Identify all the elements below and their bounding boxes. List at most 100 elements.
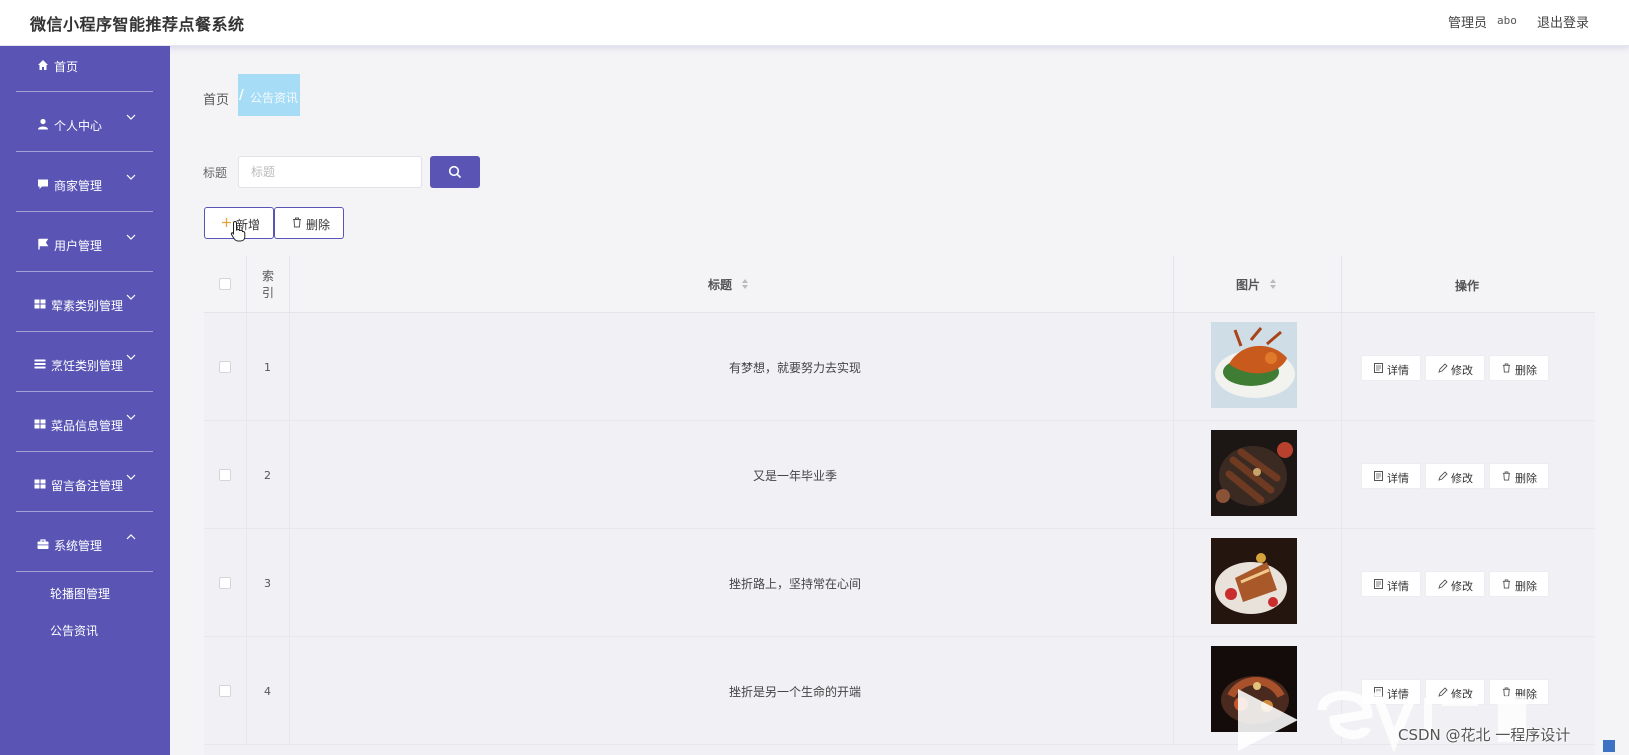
sidebar-item-label: 荤素类别管理 xyxy=(51,299,124,313)
edit-button[interactable]: 修改 xyxy=(1425,571,1485,597)
edit-icon xyxy=(1438,363,1448,373)
dish-thumbnail xyxy=(1211,538,1297,624)
breadcrumb-current-highlight: / 公告资讯 xyxy=(238,74,300,116)
row-delete-label: 删除 xyxy=(1515,580,1537,593)
row-index: 3 xyxy=(264,577,271,590)
table-row: 3 挫折路上，坚持常在心间 详情 修改 删除 xyxy=(204,529,1595,637)
hand-cursor-icon xyxy=(230,220,246,242)
row-title: 挫折路上，坚持常在心间 xyxy=(728,577,861,591)
sidebar-item-system[interactable]: 系统管理 xyxy=(16,512,153,572)
batch-delete-button[interactable]: 删除 xyxy=(274,207,344,239)
grid-icon xyxy=(34,419,46,429)
chevron-down-icon xyxy=(126,114,136,120)
trash-icon xyxy=(1502,471,1511,481)
video-watermark: CSDN @花北 一程序设计 xyxy=(1238,680,1629,755)
trash-icon xyxy=(1502,579,1511,589)
sidebar-item-users[interactable]: 用户管理 xyxy=(16,212,153,272)
table-row: 2 又是一年毕业季 详情 修改 删除 xyxy=(204,421,1595,529)
detail-button[interactable]: 详情 xyxy=(1361,463,1421,489)
admin-role-label: 管理员 xyxy=(1448,16,1488,31)
sidebar-item-label: 系统管理 xyxy=(54,539,103,553)
edit-button[interactable]: 修改 xyxy=(1425,463,1485,489)
chevron-down-icon xyxy=(126,174,136,180)
sidebar-item-label: 菜品信息管理 xyxy=(51,419,124,433)
breadcrumb-home[interactable]: 首页 xyxy=(203,89,229,108)
row-checkbox[interactable] xyxy=(219,361,231,373)
row-checkbox[interactable] xyxy=(219,685,231,697)
edit-icon xyxy=(1438,579,1448,589)
title-search-input[interactable] xyxy=(238,156,422,188)
detail-button-label: 详情 xyxy=(1387,580,1409,593)
user-icon xyxy=(38,118,48,130)
sidebar-item-merchant[interactable]: 商家管理 xyxy=(16,152,153,212)
row-index: 4 xyxy=(264,685,271,698)
sidebar-item-label: 个人中心 xyxy=(54,119,103,133)
sidebar-subitem-announcements[interactable]: 公告资讯 xyxy=(50,622,98,639)
document-icon xyxy=(1374,579,1383,589)
header-index: 索 引 xyxy=(247,256,290,313)
grid-icon xyxy=(34,479,46,489)
row-delete-button[interactable]: 删除 xyxy=(1489,571,1549,597)
sidebar-item-dish-info[interactable]: 菜品信息管理 xyxy=(16,392,153,452)
sidebar-item-label: 用户管理 xyxy=(54,239,103,253)
chevron-up-icon xyxy=(126,534,136,540)
search-icon xyxy=(448,165,462,179)
sidebar-item-personal-center[interactable]: 个人中心 xyxy=(16,92,153,152)
main-content: 首页 / 公告资讯 标题 新增 删除 索 引 标题 图片 操作 xyxy=(170,46,1629,755)
chat-icon xyxy=(38,179,48,189)
sidebar-item-messages[interactable]: 留言备注管理 xyxy=(16,452,153,512)
sidebar-item-home[interactable]: 首页 xyxy=(16,46,153,92)
list-icon xyxy=(34,359,46,369)
admin-username: abo xyxy=(1497,14,1517,27)
chevron-down-icon xyxy=(126,414,136,420)
sort-icon[interactable] xyxy=(1269,278,1277,290)
row-index: 2 xyxy=(264,469,271,482)
header-actions-label: 操作 xyxy=(1455,279,1480,293)
sidebar-item-cooking-category[interactable]: 烹饪类别管理 xyxy=(16,332,153,392)
row-index: 1 xyxy=(264,361,271,374)
dish-thumbnail xyxy=(1211,430,1297,516)
header-title[interactable]: 标题 xyxy=(290,256,1174,313)
chevron-down-icon xyxy=(126,234,136,240)
flag-icon xyxy=(38,238,49,250)
sidebar-item-label: 留言备注管理 xyxy=(51,479,124,493)
select-all-checkbox[interactable] xyxy=(219,278,231,290)
edit-icon xyxy=(1438,471,1448,481)
edit-button[interactable]: 修改 xyxy=(1425,355,1485,381)
sidebar-item-meat-veg-category[interactable]: 荤素类别管理 xyxy=(16,272,153,332)
edit-button-label: 修改 xyxy=(1451,472,1473,485)
row-title: 挫折是另一个生命的开端 xyxy=(728,685,861,699)
header-select-cell xyxy=(204,256,247,313)
chevron-down-icon xyxy=(126,354,136,360)
header-image[interactable]: 图片 xyxy=(1174,256,1342,313)
sidebar-item-label: 烹饪类别管理 xyxy=(51,359,124,373)
row-title: 有梦想，就要努力去实现 xyxy=(728,361,861,375)
edit-button-label: 修改 xyxy=(1451,364,1473,377)
app-title: 微信小程序智能推荐点餐系统 xyxy=(30,15,245,34)
row-delete-button[interactable]: 删除 xyxy=(1489,355,1549,381)
sort-icon[interactable] xyxy=(741,278,749,290)
row-checkbox[interactable] xyxy=(219,469,231,481)
breadcrumb-current: 公告资讯 xyxy=(250,91,299,105)
chevron-down-icon xyxy=(126,294,136,300)
breadcrumb-separator: / xyxy=(239,88,244,103)
detail-button[interactable]: 详情 xyxy=(1361,355,1421,381)
grid-icon xyxy=(34,299,46,309)
batch-delete-label: 删除 xyxy=(306,218,331,232)
row-delete-label: 删除 xyxy=(1515,472,1537,485)
trash-icon xyxy=(1502,363,1511,373)
edit-button-label: 修改 xyxy=(1451,580,1473,593)
document-icon xyxy=(1374,363,1383,373)
sidebar-item-label: 首页 xyxy=(54,60,79,74)
logout-link[interactable]: 退出登录 xyxy=(1537,12,1589,31)
search-button[interactable] xyxy=(430,156,480,188)
search-label: 标题 xyxy=(203,166,228,180)
briefcase-icon xyxy=(37,539,49,549)
row-checkbox[interactable] xyxy=(219,577,231,589)
sidebar-subitem-carousel[interactable]: 轮播图管理 xyxy=(50,585,110,602)
row-delete-button[interactable]: 删除 xyxy=(1489,463,1549,489)
document-icon xyxy=(1374,471,1383,481)
detail-button[interactable]: 详情 xyxy=(1361,571,1421,597)
top-header: 微信小程序智能推荐点餐系统 管理员 abo 退出登录 xyxy=(0,0,1629,46)
watermark-text: CSDN @花北 一程序设计 xyxy=(1398,726,1571,744)
